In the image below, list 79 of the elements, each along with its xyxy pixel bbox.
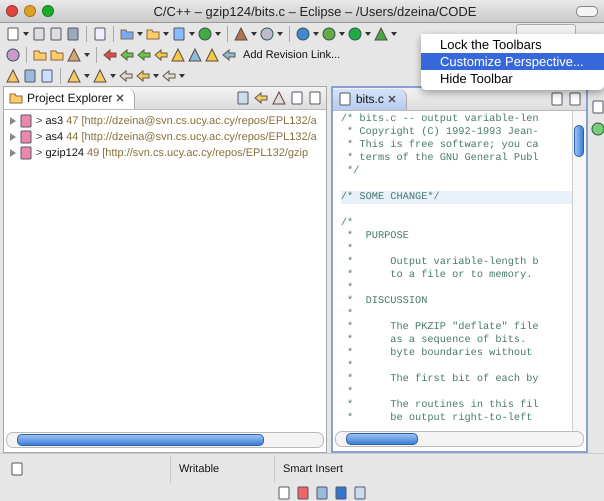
folder-icon[interactable] — [9, 91, 23, 105]
close-icon[interactable] — [116, 94, 124, 102]
repository-url: [http://svn.cs.ucy.ac.cy/repos/EPL132/gzip — [102, 147, 308, 159]
code-line: * be output right-to-left — [346, 412, 534, 425]
close-icon[interactable] — [388, 95, 396, 103]
project-name[interactable]: as3 — [45, 115, 64, 127]
window-title: C/C++ – gzip124/bits.c – Eclipse – /Users/dzeina/CODE — [152, 4, 478, 18]
code-line: /* — [340, 217, 354, 230]
dropdown-arrow-icon[interactable] — [365, 32, 371, 36]
toolbar-button[interactable]: Add Revision Link... — [243, 48, 340, 60]
arrow-icon[interactable] — [154, 48, 168, 62]
code-line: * Output variable-length b — [346, 256, 540, 269]
code-line: * The PKZIP "deflate" file — [346, 321, 540, 334]
repository-url: [http://dzeina@svn.cs.ucy.ac.cy/repos/EPL132/a — [81, 131, 317, 143]
code-line: * as a sequence of bits. — [346, 334, 528, 347]
vertical-scrollbar[interactable] — [572, 111, 586, 431]
dirty-marker: > — [36, 131, 42, 143]
dirty-marker: > — [36, 147, 42, 159]
project-revision: 49 — [86, 147, 100, 159]
dropdown-arrow-icon[interactable] — [277, 32, 283, 36]
view-tab[interactable]: Project Explorer — [4, 88, 136, 108]
code-line: * — [346, 282, 354, 295]
dropdown-arrow-icon[interactable] — [84, 52, 90, 56]
code-line: * terms of the GNU General Publ — [346, 152, 540, 165]
back-icon[interactable] — [136, 68, 150, 82]
dropdown-arrow-icon[interactable] — [137, 32, 143, 36]
repository-url: [http://dzeina@svn.cs.ucy.ac.cy/repos/EPL132/a — [81, 115, 317, 127]
dropdown-arrow-icon[interactable] — [163, 32, 169, 36]
back-icon[interactable] — [119, 68, 133, 82]
arrow-icon[interactable] — [137, 48, 151, 62]
code-line: /* bits.c -- output variable-len — [340, 113, 540, 126]
dropdown-arrow-icon[interactable] — [179, 74, 185, 78]
horizontal-scrollbar[interactable] — [334, 431, 584, 447]
toolbar-toggle-button[interactable] — [576, 6, 598, 16]
minimize-button[interactable] — [24, 5, 36, 17]
open-folder-icon[interactable] — [33, 48, 47, 62]
code-line: */ — [346, 165, 360, 178]
dropdown-arrow-icon[interactable] — [153, 74, 159, 78]
new-folder-icon[interactable] — [146, 26, 160, 40]
editor-tab[interactable]: bits.c — [332, 88, 407, 110]
project-name[interactable]: gzip124 — [45, 147, 84, 159]
menu-item[interactable]: Customize Perspective... — [421, 53, 604, 70]
code-line: * to a file or to memory. — [346, 269, 534, 282]
dropdown-arrow-icon[interactable] — [215, 32, 221, 36]
dropdown-arrow-icon[interactable] — [251, 32, 257, 36]
status-field: Writable — [170, 455, 274, 483]
dropdown-arrow-icon[interactable] — [110, 74, 116, 78]
arrow-icon[interactable] — [120, 48, 134, 62]
code-line: * PURPOSE — [346, 230, 410, 243]
dropdown-arrow-icon[interactable] — [84, 74, 90, 78]
code-line: * Copyright (C) 1992-1993 Jean- — [346, 126, 540, 139]
code-line: * The first bit of each by — [346, 373, 540, 386]
code-line: * The routines in this fil — [346, 399, 540, 412]
dropdown-arrow-icon[interactable] — [189, 32, 195, 36]
dirty-marker: > — [36, 115, 42, 127]
scroll-thumb[interactable] — [346, 433, 418, 445]
close-button[interactable] — [6, 5, 18, 17]
arrow-icon[interactable] — [103, 48, 117, 62]
dropdown-arrow-icon[interactable] — [339, 32, 345, 36]
project-revision: 44 — [66, 131, 78, 143]
code-line: * — [346, 360, 354, 373]
dropdown-arrow-icon[interactable] — [313, 32, 319, 36]
code-line: * byte boundaries without — [346, 347, 534, 360]
dropdown-arrow-icon[interactable] — [391, 32, 397, 36]
zoom-button[interactable] — [42, 5, 54, 17]
menu-item[interactable]: Hide Toolbar — [421, 70, 604, 87]
project-revision: 47 — [66, 115, 78, 127]
code-line: * — [346, 386, 354, 399]
code-line: * DISCUSSION — [346, 295, 428, 308]
folder-icon[interactable] — [50, 48, 64, 62]
menu-item[interactable]: Lock the Toolbars — [421, 36, 604, 53]
code-line: * This is free software; you ca — [346, 139, 540, 152]
horizontal-scrollbar[interactable] — [6, 432, 324, 448]
status-field: Smart Insert — [274, 455, 378, 483]
code-line: * — [346, 243, 354, 256]
project-name[interactable]: as4 — [45, 131, 64, 143]
dropdown-arrow-icon[interactable] — [23, 32, 29, 36]
code-line: * — [346, 308, 354, 321]
scroll-thumb[interactable] — [17, 434, 264, 446]
